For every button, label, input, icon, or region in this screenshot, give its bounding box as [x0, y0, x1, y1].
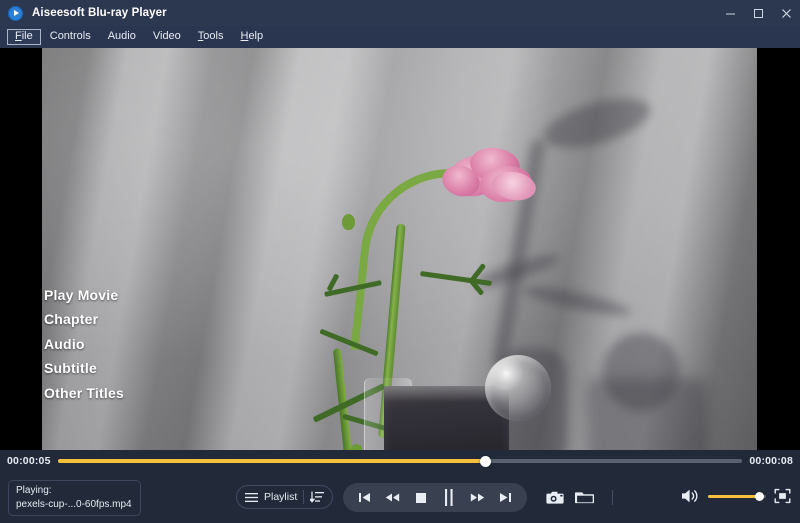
disc-menu-item-chapter[interactable]: Chapter — [44, 311, 124, 327]
menu-item-file[interactable]: File — [7, 29, 41, 45]
menu-file-mnemonic: F — [15, 30, 22, 42]
hamburger-list-icon — [245, 492, 258, 503]
seek-handle[interactable] — [480, 455, 492, 467]
open-file-button[interactable] — [575, 488, 594, 506]
rewind-button[interactable] — [382, 488, 402, 508]
title-bar: Aiseesoft Blu-ray Player — [0, 0, 800, 26]
minimize-button[interactable] — [716, 0, 744, 26]
menu-item-help[interactable]: Help — [232, 29, 271, 45]
flower-bud-upper — [342, 214, 355, 230]
fast-forward-button[interactable] — [468, 488, 488, 508]
close-button[interactable] — [772, 0, 800, 26]
seek-slider[interactable] — [57, 455, 743, 467]
menu-tools-rest: ools — [203, 30, 224, 42]
menu-item-controls[interactable]: Controls — [42, 29, 99, 45]
transport-controls — [343, 483, 527, 512]
menu-item-tools[interactable]: Tools — [190, 29, 232, 45]
window-controls — [716, 0, 800, 26]
disc-menu: Play Movie Chapter Audio Subtitle Other … — [44, 287, 124, 401]
fullscreen-button[interactable] — [774, 488, 791, 504]
video-frame — [42, 48, 757, 450]
volume-and-fullscreen — [681, 488, 791, 504]
now-playing-status: Playing: — [16, 485, 52, 496]
menu-file-rest: ile — [21, 30, 33, 42]
pause-button[interactable] — [439, 488, 459, 508]
disc-menu-item-audio[interactable]: Audio — [44, 336, 124, 352]
folder-icon — [575, 490, 594, 505]
now-playing-filename: pexels-cup-...0-60fps.mp4 — [16, 498, 132, 510]
seek-bar-row: 00:00:05 00:00:08 — [0, 450, 800, 472]
seek-progress-fill — [57, 459, 486, 463]
menu-bar: File Controls Audio Video Tools Help — [0, 26, 800, 48]
maximize-button[interactable] — [744, 0, 772, 26]
playlist-button[interactable]: Playlist — [236, 485, 334, 509]
speaker-on-icon[interactable] — [681, 488, 700, 504]
menu-audio-label: Audio — [107, 30, 136, 42]
previous-button[interactable] — [354, 488, 374, 508]
menu-item-audio[interactable]: Audio — [100, 29, 144, 45]
disc-menu-item-other-titles[interactable]: Other Titles — [44, 385, 124, 401]
snapshot-button[interactable] — [546, 488, 565, 506]
video-surface[interactable]: Play Movie Chapter Audio Subtitle Other … — [0, 48, 800, 450]
menu-controls-label: Controls — [49, 30, 91, 42]
volume-slider[interactable] — [708, 491, 766, 501]
menu-video-label: Video — [152, 30, 181, 42]
play-circle-icon — [8, 5, 23, 21]
utility-separator — [612, 489, 613, 505]
current-time-label: 00:00:05 — [7, 455, 51, 467]
utility-buttons — [546, 488, 613, 506]
volume-handle[interactable] — [754, 491, 764, 501]
player-window: Aiseesoft Blu-ray Player File Controls A… — [0, 0, 800, 523]
camera-icon — [546, 490, 565, 505]
glass-sphere — [485, 355, 551, 421]
now-playing-box: Playing: pexels-cup-...0-60fps.mp4 — [8, 480, 141, 516]
disc-menu-item-play-movie[interactable]: Play Movie — [44, 287, 124, 303]
control-bar: Playing: pexels-cup-...0-60fps.mp4 Playl… — [0, 472, 800, 523]
stop-button[interactable] — [411, 488, 431, 508]
menu-help-rest: elp — [248, 30, 264, 42]
next-button[interactable] — [496, 488, 516, 508]
disc-menu-item-subtitle[interactable]: Subtitle — [44, 360, 124, 376]
menu-item-video[interactable]: Video — [145, 29, 189, 45]
playlist-label: Playlist — [264, 491, 298, 503]
playlist-separator — [303, 490, 305, 504]
total-time-label: 00:00:08 — [749, 455, 793, 467]
stone-shadow — [587, 378, 707, 450]
volume-fill — [708, 494, 760, 498]
window-title: Aiseesoft Blu-ray Player — [32, 7, 167, 19]
sort-descending-icon[interactable] — [310, 491, 325, 503]
flower-head — [438, 144, 540, 208]
